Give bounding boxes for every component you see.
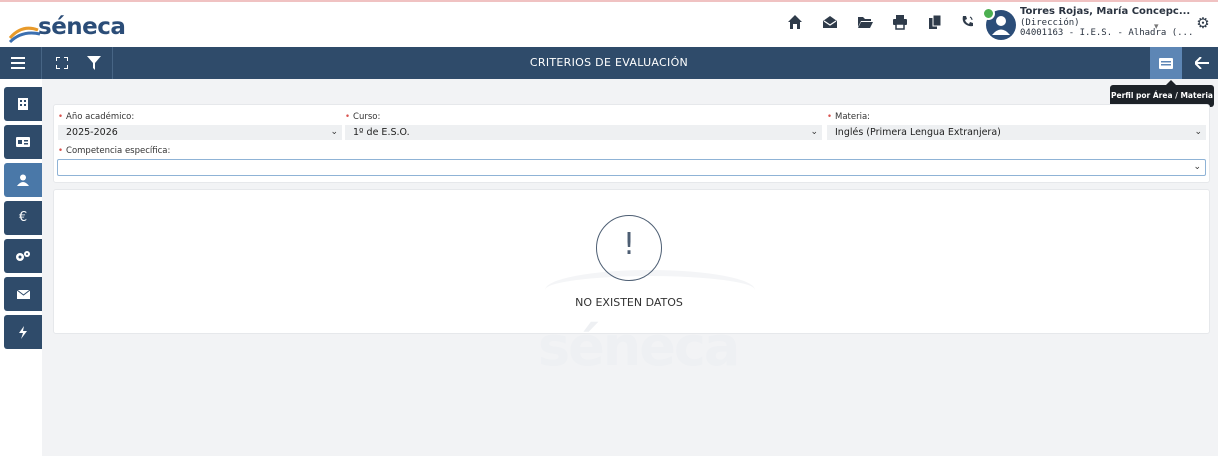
print-icon[interactable]: [890, 14, 910, 34]
empty-state-text: NO EXISTEN DATOS: [575, 296, 683, 309]
filter-icon[interactable]: [78, 47, 110, 79]
bolt-icon[interactable]: [4, 315, 42, 349]
menu-icon[interactable]: [2, 47, 34, 79]
perfil-area-materia-button[interactable]: [1150, 47, 1182, 79]
user-menu[interactable]: Torres Rojas, María Concepc... (Direcció…: [982, 4, 1193, 46]
user-centro: 04001163 - I.E.S. - Alhadra (...: [1020, 28, 1194, 38]
user-role: (Dirección): [1020, 18, 1080, 28]
copy-icon[interactable]: [925, 14, 945, 34]
phone-icon[interactable]: [958, 14, 978, 34]
sidebar: €: [0, 79, 42, 456]
inbox-icon[interactable]: [820, 14, 840, 34]
curso-select[interactable]: 1º de E.S.O. ⌄: [345, 125, 822, 140]
logo-text: séneca: [38, 14, 126, 40]
anio-label: • Año académico:: [58, 112, 135, 122]
building-icon[interactable]: [4, 87, 42, 121]
chevron-down-icon: ⌄: [1193, 162, 1201, 172]
materia-select[interactable]: Inglés (Primera Lengua Extranjera) ⌄: [827, 125, 1206, 140]
user-name: Torres Rojas, María Concepc...: [1020, 6, 1191, 17]
seneca-logo[interactable]: séneca: [8, 8, 128, 44]
competencia-label: • Competencia específica:: [58, 146, 171, 156]
competencia-select[interactable]: ⌄: [57, 159, 1206, 176]
back-arrow-icon[interactable]: [1186, 47, 1218, 79]
folder-icon[interactable]: [855, 14, 875, 34]
page-title: CRITERIOS DE EVALUACIÓN: [529, 56, 689, 69]
nav-bar: CRITERIOS DE EVALUACIÓN: [0, 47, 1218, 79]
cogs-icon[interactable]: [4, 239, 42, 273]
gear-icon[interactable]: ⚙: [1194, 14, 1212, 32]
exclamation-icon: !: [622, 227, 636, 262]
anio-select[interactable]: 2025-2026 ⌄: [58, 125, 342, 140]
chevron-down-icon: ▾: [1154, 22, 1159, 32]
id-card-icon[interactable]: [4, 125, 42, 159]
home-icon[interactable]: [785, 14, 805, 34]
top-bar: séneca Torres Rojas, María Concepc... (D…: [0, 0, 1218, 47]
online-badge: [982, 7, 995, 20]
chevron-down-icon: ⌄: [1194, 127, 1202, 137]
watermark-logo: séneca: [538, 315, 740, 378]
fullscreen-icon[interactable]: [46, 47, 78, 79]
mail-icon[interactable]: [4, 277, 42, 311]
chevron-down-icon: ⌄: [810, 127, 818, 137]
euro-icon[interactable]: €: [4, 201, 42, 235]
users-icon[interactable]: [4, 163, 42, 197]
chevron-down-icon: ⌄: [330, 127, 338, 137]
materia-label: • Materia:: [827, 112, 871, 122]
curso-label: • Curso:: [345, 112, 381, 122]
